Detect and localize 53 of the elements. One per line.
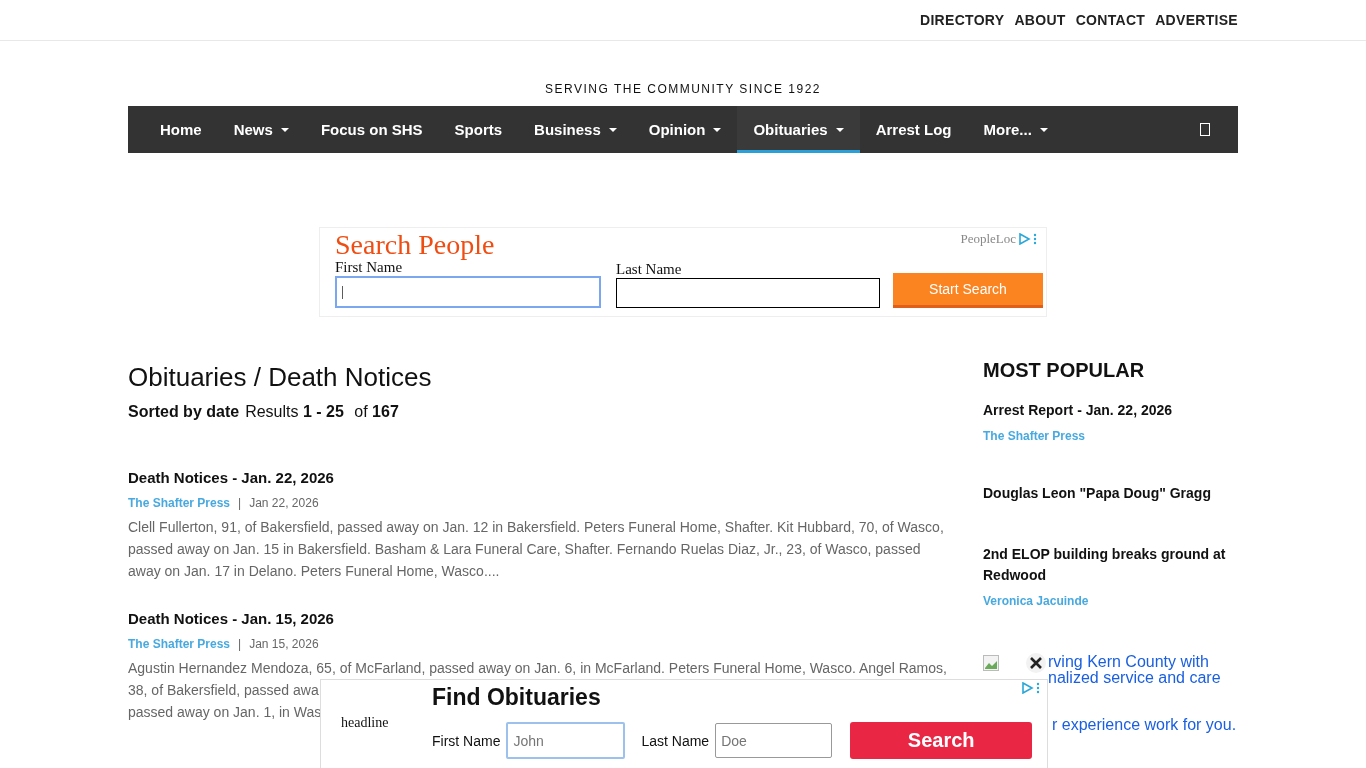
sort-label: Sorted by date — [128, 403, 240, 420]
ad-title: Find Obituaries — [432, 684, 601, 711]
separator: | — [238, 496, 242, 510]
field-label: Last Name — [616, 261, 683, 278]
ad-text-line[interactable]: nalized service and care — [1048, 669, 1221, 687]
close-icon[interactable] — [1026, 653, 1046, 673]
top-link[interactable]: ABOUT — [1014, 12, 1066, 40]
sidebar-heading: MOST POPULAR — [983, 359, 1146, 382]
article-date: Jan 22, 2026 — [249, 496, 319, 510]
advertiser-name: PeopleLoc — [960, 231, 1016, 247]
nav-tab[interactable]: News — [217, 106, 305, 153]
article-title[interactable]: Death Notices - Jan. 15, 2026 — [128, 610, 948, 627]
nav-tab[interactable]: Opinion — [632, 106, 738, 153]
adchoices-icon[interactable] — [1021, 682, 1041, 694]
article-summary-line: Clell Fullerton, 91, of Bakersfield, passed away on Jan. 12 in Bakersfield. Peters Funeral Home, Shafter. Kit Hubbard, 70, of Wasco, — [128, 518, 944, 537]
top-link[interactable]: CONTACT — [1075, 12, 1146, 40]
popular-title[interactable]: Arrest Report - Jan. 22, 2026 — [983, 400, 1238, 421]
nav-tab[interactable]: Home — [144, 106, 218, 153]
broken-image-icon — [983, 655, 999, 671]
field-label: First Name — [335, 259, 404, 276]
search-button[interactable]: Search — [850, 722, 1033, 759]
top-link[interactable]: DIRECTORY — [920, 12, 1005, 40]
ad-title: Search People — [335, 229, 495, 261]
nav-tab[interactable]: Arrest Log — [859, 106, 968, 153]
article-date: Jan 15, 2026 — [249, 637, 319, 651]
last-name-field[interactable]: Doe — [715, 723, 833, 758]
article-summary-line: away on Jan. 17 in Delano. Peters Funeral Home, Wasco.... — [128, 562, 500, 581]
last-name-field[interactable] — [616, 278, 880, 308]
nav-tab[interactable]: Sports — [438, 106, 519, 153]
article-title[interactable]: Death Notices - Jan. 22, 2026 — [128, 469, 948, 486]
first-name-field[interactable]: | — [335, 276, 601, 308]
ad-text-line[interactable]: r experience work for you. — [1052, 716, 1237, 734]
first-name-field[interactable]: John — [506, 722, 626, 759]
separator: | — [238, 637, 242, 651]
nav-tab[interactable]: Business — [518, 106, 633, 153]
nav-tab[interactable]: More... — [967, 106, 1064, 153]
article-summary-line: Agustin Hernandez Mendoza, 65, of McFarland, passed away on Jan. 6, in McFarland. Peters Funeral Home, Wasco. Angel Ramos, — [128, 659, 947, 678]
popular-title[interactable]: 2nd ELOP building breaks ground at Redwood — [983, 544, 1238, 586]
ad-text-line[interactable]: rving Kern County with — [1048, 653, 1209, 671]
field-label: First Name — [432, 732, 501, 749]
results-count: Results 1 - 25 of 167 — [245, 403, 400, 420]
article-summary-line: passed away on Jan. 1, in Was — [128, 703, 322, 722]
article-summary-line: passed away on Jan. 15 in Bakersfield. Basham & Lara Funeral Care, Shafter. Fernando Ruelas Diaz, Jr., 23, of Wasco, passed — [128, 540, 921, 559]
field-label: Last Name — [641, 732, 710, 749]
popular-title[interactable]: Douglas Leon "Papa Doug" Gragg — [983, 483, 1238, 504]
page-title: Obituaries / Death Notices — [128, 361, 433, 393]
tagline: SERVING THE COMMUNITY SINCE 1922 — [543, 82, 823, 98]
adchoices-icon[interactable] — [1018, 233, 1038, 245]
nav-tab[interactable]: Obituaries — [737, 106, 860, 153]
broken-image-alt: headline — [341, 715, 389, 731]
top-link[interactable]: ADVERTISE — [1155, 12, 1238, 40]
article-summary-line: 38, of Bakersfield, passed awa — [128, 681, 319, 700]
nav-tab[interactable]: Focus on SHS — [304, 106, 439, 153]
